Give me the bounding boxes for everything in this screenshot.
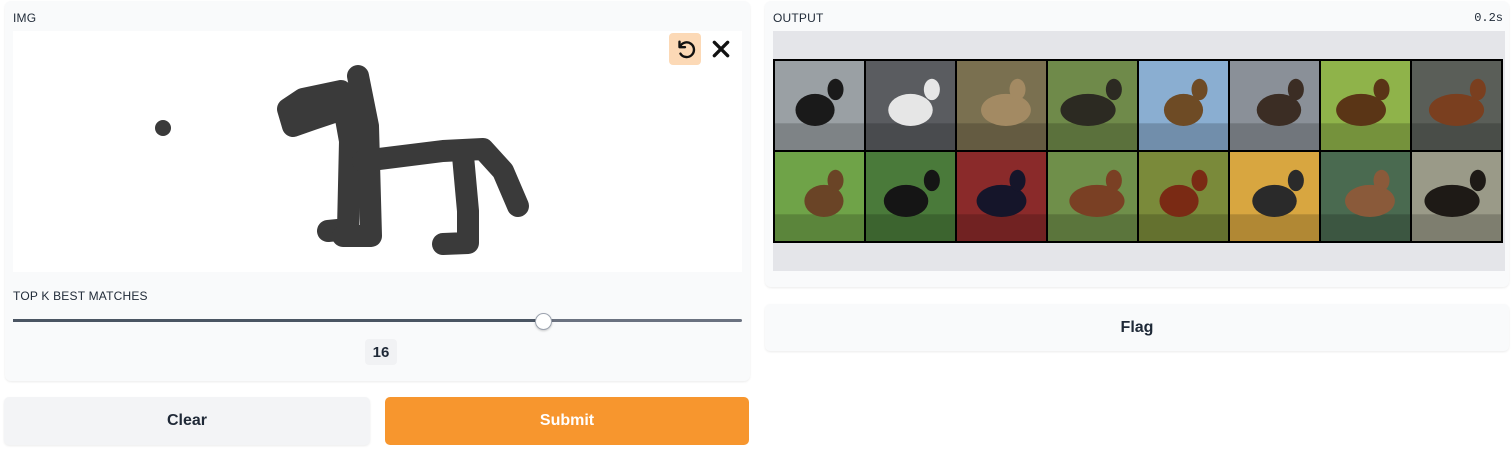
thumbnail-art	[775, 78, 864, 150]
result-grid	[773, 59, 1503, 243]
result-image-5[interactable]	[1139, 61, 1228, 150]
output-label: OUTPUT	[773, 11, 824, 25]
thumbnail-art	[1230, 78, 1319, 150]
result-image-9[interactable]	[775, 152, 864, 241]
clear-button[interactable]: Clear	[4, 397, 370, 445]
thumbnail-art	[1321, 78, 1410, 150]
thumbnail-art	[866, 78, 955, 150]
result-image-2[interactable]	[866, 61, 955, 150]
result-image-15[interactable]	[1321, 152, 1410, 241]
top-k-slider-fill	[13, 319, 543, 322]
thumbnail-art	[957, 78, 1046, 150]
top-k-slider-thumb[interactable]	[534, 313, 552, 330]
result-image-13[interactable]	[1139, 152, 1228, 241]
sketch-canvas[interactable]	[13, 31, 742, 272]
clear-canvas-button[interactable]	[705, 33, 737, 65]
thumbnail-art	[1321, 169, 1410, 241]
submit-button[interactable]: Submit	[385, 397, 749, 445]
result-image-16[interactable]	[1412, 152, 1501, 241]
result-image-11[interactable]	[957, 152, 1046, 241]
close-icon	[712, 40, 730, 58]
result-image-14[interactable]	[1230, 152, 1319, 241]
thumbnail-art	[1048, 169, 1137, 241]
thumbnail-art	[775, 169, 864, 241]
result-image-10[interactable]	[866, 152, 955, 241]
result-image-4[interactable]	[1048, 61, 1137, 150]
sketch-drawing	[155, 65, 529, 255]
result-image-3[interactable]	[957, 61, 1046, 150]
thumbnail-art	[866, 169, 955, 241]
output-gallery	[773, 31, 1505, 271]
image-input-panel: IMG TOP K BEST MATCHES 16	[5, 1, 750, 381]
elapsed-time: 0.2s	[1474, 11, 1503, 25]
thumbnail-art	[1139, 169, 1228, 241]
result-image-6[interactable]	[1230, 61, 1319, 150]
thumbnail-art	[1230, 169, 1319, 241]
thumbnail-art	[1139, 78, 1228, 150]
undo-icon	[678, 40, 696, 59]
thumbnail-art	[1412, 169, 1501, 241]
undo-button[interactable]	[669, 33, 701, 65]
thumbnail-art	[1412, 78, 1501, 150]
image-input-label: IMG	[13, 11, 37, 25]
result-image-12[interactable]	[1048, 152, 1137, 241]
thumbnail-art	[1048, 78, 1137, 150]
top-k-slider-track[interactable]	[13, 319, 742, 322]
thumbnail-art	[957, 169, 1046, 241]
top-k-value[interactable]: 16	[365, 339, 397, 365]
result-image-7[interactable]	[1321, 61, 1410, 150]
result-image-1[interactable]	[775, 61, 864, 150]
result-image-8[interactable]	[1412, 61, 1501, 150]
flag-button[interactable]: Flag	[765, 304, 1509, 351]
output-panel: OUTPUT 0.2s	[765, 1, 1509, 287]
slider-label: TOP K BEST MATCHES	[13, 289, 148, 303]
